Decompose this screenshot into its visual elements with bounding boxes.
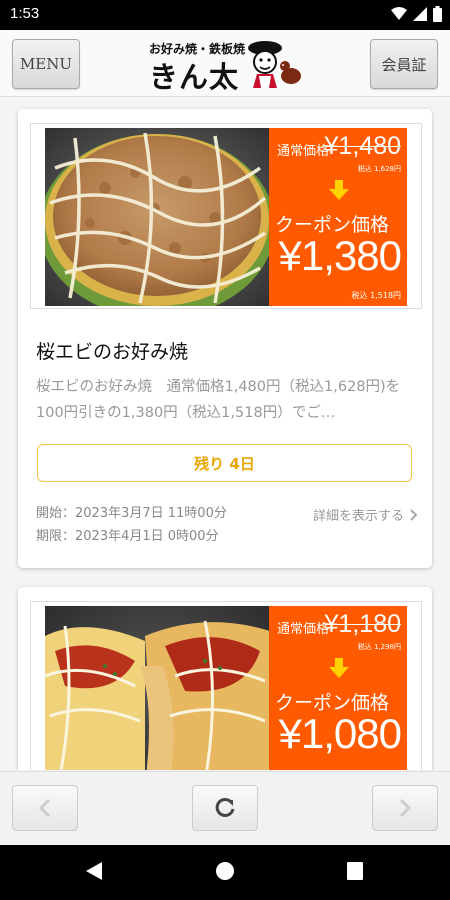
nav-recents-icon[interactable] — [346, 861, 364, 881]
brand-logo[interactable]: お好み焼・鉄板焼 きん太 — [145, 36, 305, 94]
price-panel: 通常価格 ¥1,180 税込 1,298円 クーポン価格 ¥1,080 — [269, 606, 407, 770]
battery-icon — [433, 6, 442, 22]
coupon-dates: 開始：2023年3月7日 11時00分 期限：2023年4月1日 0時00分 — [36, 502, 227, 548]
show-details-label: 詳細を表示する — [312, 509, 404, 524]
coupon-end-date: 期限：2023年4月1日 0時00分 — [36, 529, 219, 544]
status-bar: 1:53 — [0, 0, 450, 30]
normal-price-tax: 税込 1,628円 — [357, 165, 401, 173]
mascot-logo-icon — [248, 41, 301, 88]
logo-title: きん太 — [149, 60, 240, 94]
wifi-icon — [391, 7, 407, 20]
status-time: 1:53 — [10, 5, 40, 22]
menu-button[interactable]: MENU — [12, 39, 80, 89]
normal-price-label: 通常価格 — [277, 144, 330, 159]
coupon-image: 通常価格 ¥1,480 税込 1,628円 クーポン価格 ¥1,380 税込 1… — [30, 123, 422, 309]
chevron-right-icon — [399, 798, 412, 818]
reload-icon — [215, 797, 235, 817]
coupon-start-date: 開始：2023年3月7日 11時00分 — [36, 506, 227, 521]
forward-button[interactable] — [372, 785, 438, 831]
normal-price-label: 通常価格 — [277, 622, 330, 637]
remaining-days-button[interactable]: 残り 4日 — [37, 444, 412, 482]
coupon-image: 通常価格 ¥1,180 税込 1,298円 クーポン価格 ¥1,080 — [30, 601, 422, 770]
coupon-description: 桜エビのお好み焼 通常価格1,480円（税込1,628円)を100円引きの1,3… — [36, 379, 401, 421]
browser-toolbar — [0, 771, 450, 844]
signal-icon — [413, 7, 427, 21]
app-header: MENU お好み焼・鉄板焼 きん太 会員証 — [0, 30, 450, 97]
coupon-price: ¥1,080 — [278, 710, 402, 757]
coupon-card[interactable]: 通常価格 ¥1,480 税込 1,628円 クーポン価格 ¥1,380 税込 1… — [18, 109, 432, 568]
nav-home-icon[interactable] — [215, 861, 235, 881]
chevron-right-icon — [410, 508, 418, 521]
normal-price: ¥1,180 — [324, 610, 401, 638]
coupon-title: 桜エビのお好み焼 — [36, 341, 189, 363]
okonomiyaki-photo — [45, 128, 270, 306]
normal-price-tax: 税込 1,298円 — [357, 643, 401, 651]
chevron-left-icon — [38, 798, 51, 818]
back-button[interactable] — [12, 785, 78, 831]
coupon-price: ¥1,380 — [278, 232, 402, 279]
show-details-link[interactable]: 詳細を表示する — [313, 505, 418, 524]
nav-back-icon[interactable] — [85, 861, 103, 881]
coupon-price-tax: 税込 1,518円 — [351, 291, 401, 300]
normal-price: ¥1,480 — [324, 132, 401, 160]
system-navigation-bar — [0, 845, 450, 900]
down-arrow-icon — [329, 180, 349, 200]
okonomiyaki-photo — [45, 606, 270, 770]
coupon-card[interactable]: 通常価格 ¥1,180 税込 1,298円 クーポン価格 ¥1,080 — [18, 587, 432, 770]
price-panel: 通常価格 ¥1,480 税込 1,628円 クーポン価格 ¥1,380 税込 1… — [269, 128, 407, 306]
status-icons — [391, 6, 442, 22]
reload-button[interactable] — [192, 785, 258, 831]
member-card-button[interactable]: 会員証 — [370, 39, 438, 89]
down-arrow-icon — [329, 658, 349, 678]
coupon-list[interactable]: 通常価格 ¥1,480 税込 1,628円 クーポン価格 ¥1,380 税込 1… — [0, 97, 450, 770]
